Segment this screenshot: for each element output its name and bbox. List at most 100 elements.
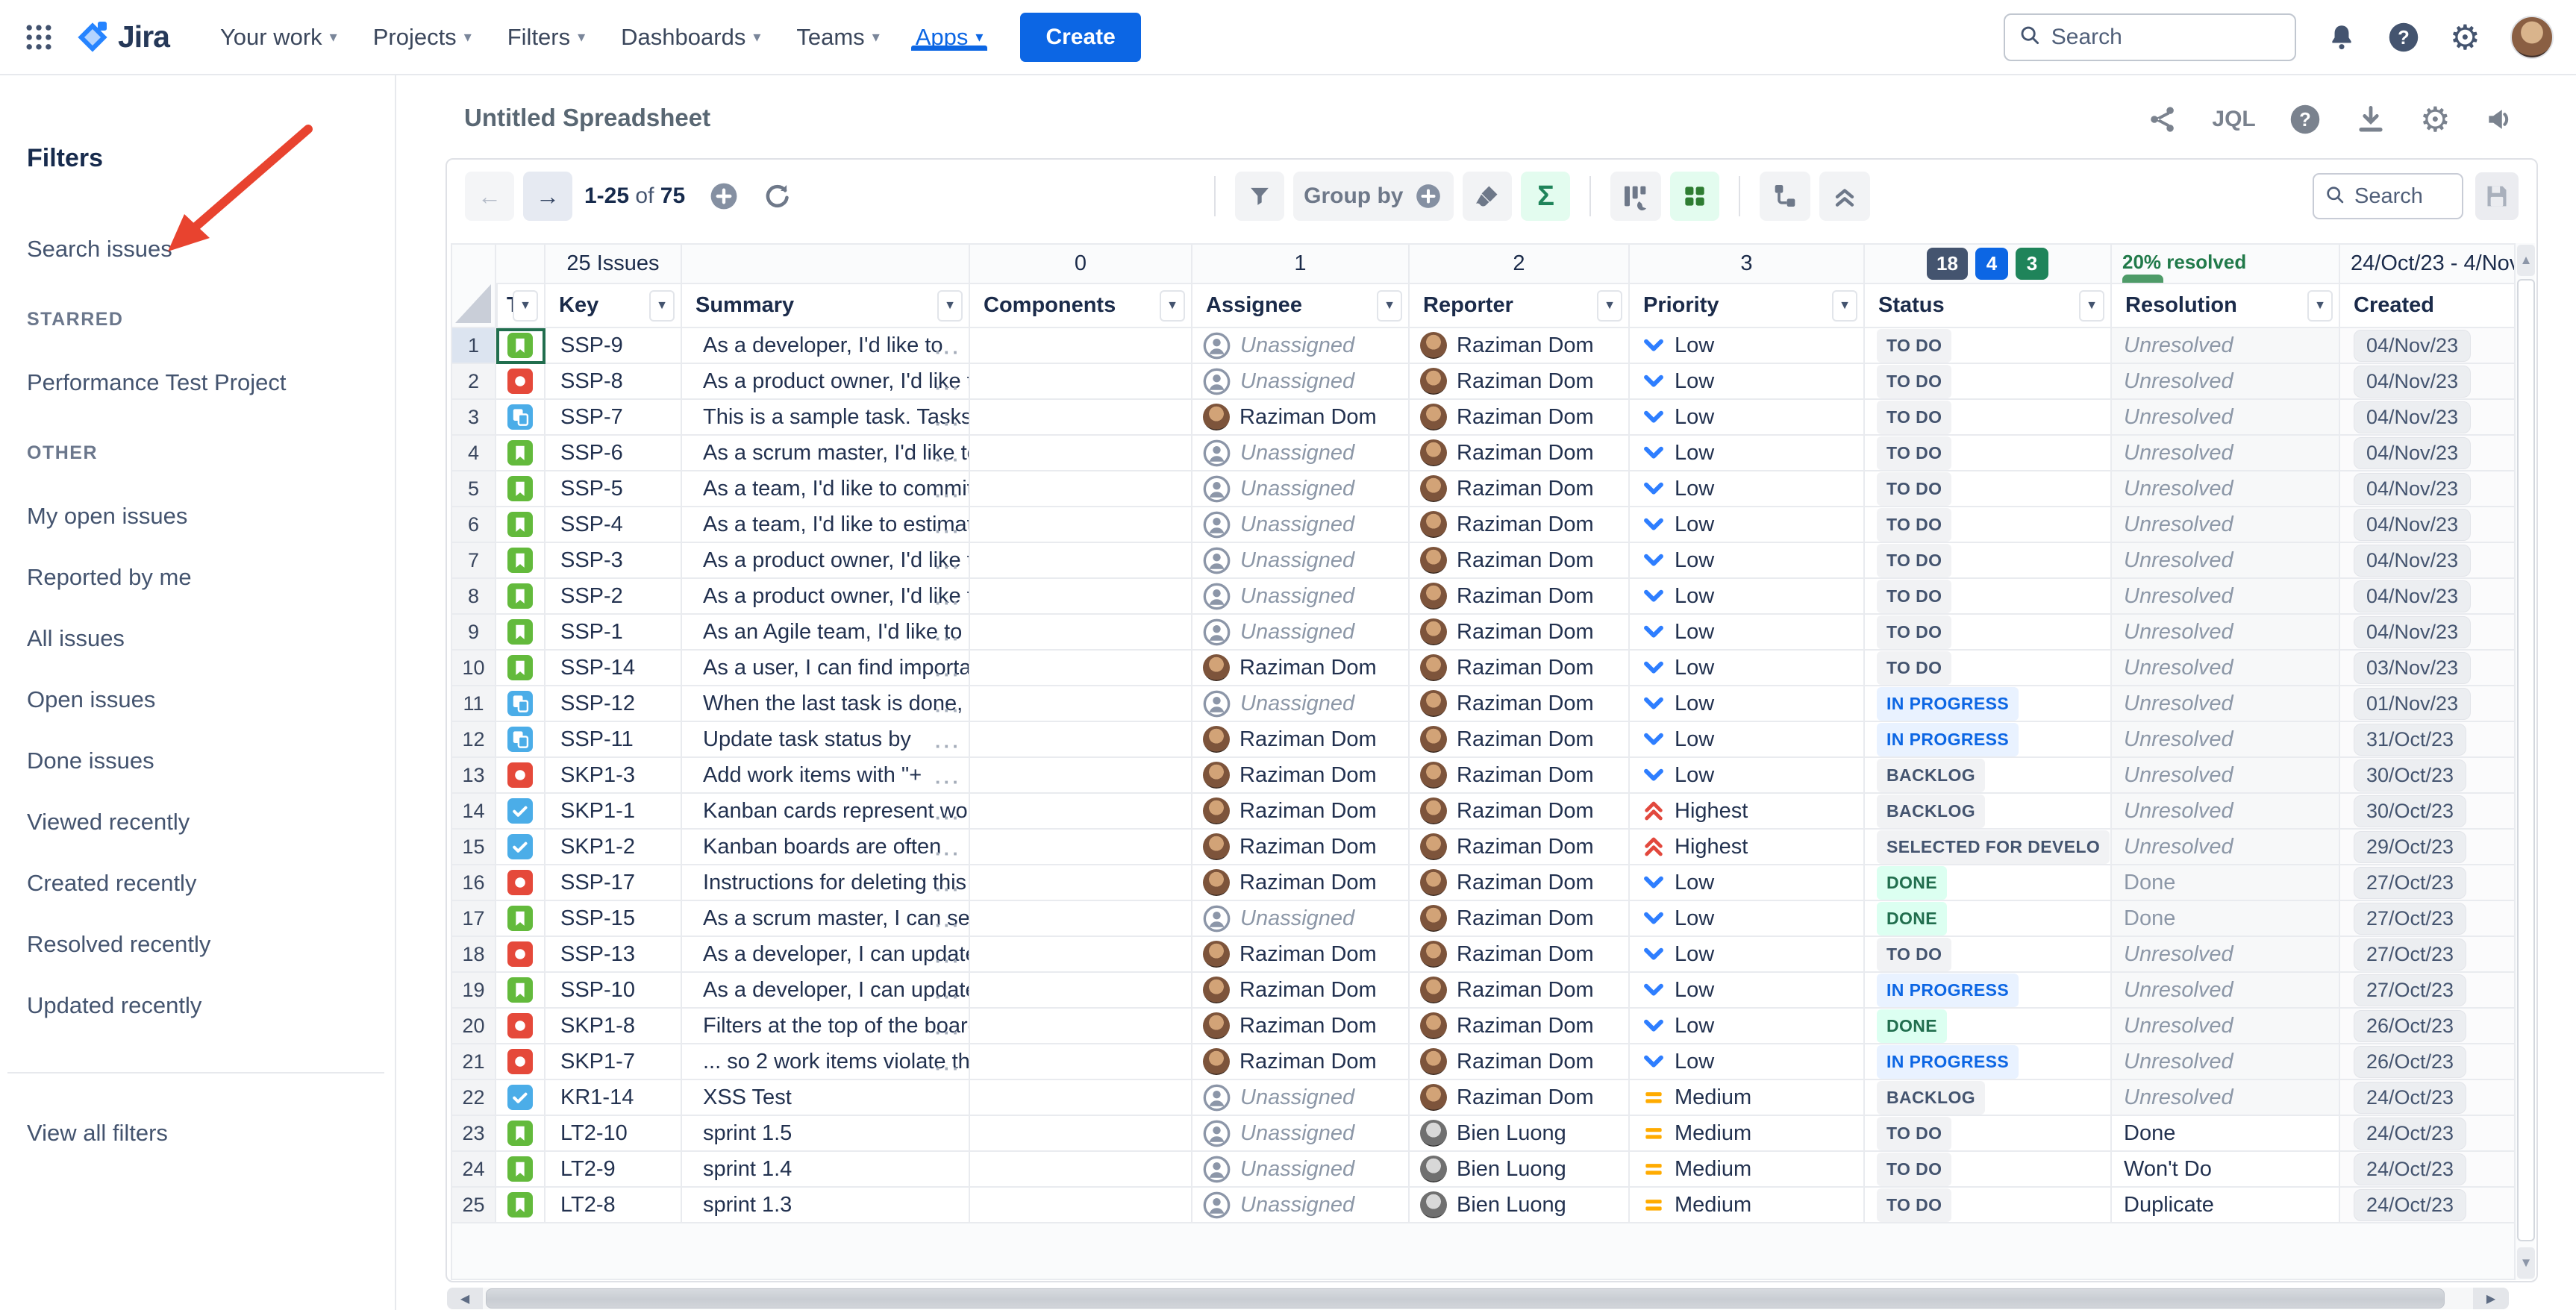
summary-cell-type[interactable] xyxy=(496,243,545,284)
user-avatar[interactable] xyxy=(2510,16,2554,59)
cell-status[interactable]: IN PROGRESS xyxy=(1865,686,2112,722)
cell-reporter[interactable]: Raziman Dom xyxy=(1410,615,1630,651)
cell-resolution[interactable]: Unresolved xyxy=(2112,364,2340,400)
cell-reporter[interactable]: Raziman Dom xyxy=(1410,973,1630,1009)
cell-summary[interactable]: As a developer, I'd like to··· xyxy=(682,328,970,364)
refresh-icon[interactable] xyxy=(751,172,804,221)
cell-key[interactable]: SSP-15 xyxy=(545,901,682,937)
cell-type[interactable] xyxy=(496,615,545,651)
jql-button[interactable]: JQL xyxy=(2212,107,2255,132)
cell-components[interactable] xyxy=(970,364,1192,400)
cell-reporter[interactable]: Raziman Dom xyxy=(1410,937,1630,973)
cell-type[interactable] xyxy=(496,937,545,973)
cell-type[interactable] xyxy=(496,651,545,686)
filter-dropdown-icon[interactable]: ▼ xyxy=(1597,290,1622,322)
summary-cell-priority[interactable]: 3 xyxy=(1630,243,1865,284)
cell-summary[interactable]: Kanban cards represent work··· xyxy=(682,794,970,830)
cell-key[interactable]: SKP1-2 xyxy=(545,830,682,865)
row-number[interactable]: 22 xyxy=(451,1080,496,1116)
row-number[interactable]: 6 xyxy=(451,507,496,543)
cell-type[interactable] xyxy=(496,400,545,436)
cell-assignee[interactable]: Raziman Dom xyxy=(1192,1009,1410,1044)
cell-reporter[interactable]: Raziman Dom xyxy=(1410,579,1630,615)
row-number[interactable]: 10 xyxy=(451,651,496,686)
cell-status[interactable]: TO DO xyxy=(1865,937,2112,973)
cell-priority[interactable]: Low xyxy=(1630,937,1865,973)
cell-type[interactable] xyxy=(496,328,545,364)
sidebar-item-performance-test-project[interactable]: Performance Test Project xyxy=(27,369,395,396)
filter-dropdown-icon[interactable]: ▼ xyxy=(937,290,963,322)
sum-sigma-button[interactable]: Σ xyxy=(1521,172,1570,221)
row-number[interactable]: 8 xyxy=(451,579,496,615)
cell-components[interactable] xyxy=(970,1188,1192,1223)
cell-priority[interactable]: Low xyxy=(1630,865,1865,901)
cell-created[interactable]: 04/Nov/23 xyxy=(2340,579,2516,615)
cell-type[interactable] xyxy=(496,1009,545,1044)
cell-created[interactable]: 27/Oct/23 xyxy=(2340,865,2516,901)
summary-cell-summary[interactable] xyxy=(682,243,970,284)
cell-created[interactable]: 01/Nov/23 xyxy=(2340,686,2516,722)
cell-components[interactable] xyxy=(970,579,1192,615)
cell-priority[interactable]: Low xyxy=(1630,973,1865,1009)
cell-key[interactable]: SKP1-3 xyxy=(545,758,682,794)
cell-components[interactable] xyxy=(970,937,1192,973)
sheet-search-input[interactable] xyxy=(2354,184,2451,209)
cell-key[interactable]: SSP-11 xyxy=(545,722,682,758)
row-number[interactable]: 9 xyxy=(451,615,496,651)
cell-key[interactable]: SSP-4 xyxy=(545,507,682,543)
cell-type[interactable] xyxy=(496,543,545,579)
cell-resolution[interactable]: Won't Do xyxy=(2112,1152,2340,1188)
column-header-reporter[interactable]: Reporter▼ xyxy=(1410,284,1630,328)
row-number[interactable]: 7 xyxy=(451,543,496,579)
cell-type[interactable] xyxy=(496,579,545,615)
filter-icon[interactable] xyxy=(1235,172,1284,221)
cell-resolution[interactable]: Unresolved xyxy=(2112,794,2340,830)
row-number[interactable]: 15 xyxy=(451,830,496,865)
cell-status[interactable]: DONE xyxy=(1865,901,2112,937)
cell-created[interactable]: 29/Oct/23 xyxy=(2340,830,2516,865)
cell-summary[interactable]: XSS Test xyxy=(682,1080,970,1116)
cell-created[interactable]: 04/Nov/23 xyxy=(2340,400,2516,436)
horizontal-scroll-thumb[interactable] xyxy=(486,1288,2445,1309)
column-header-resolution[interactable]: Resolution▼ xyxy=(2112,284,2340,328)
cell-summary[interactable]: As an Agile team, I'd like to··· xyxy=(682,615,970,651)
cell-components[interactable] xyxy=(970,615,1192,651)
filter-dropdown-icon[interactable]: ▼ xyxy=(2307,290,2333,322)
cell-components[interactable] xyxy=(970,507,1192,543)
cell-key[interactable]: SSP-2 xyxy=(545,579,682,615)
cell-components[interactable] xyxy=(970,436,1192,471)
cell-assignee[interactable]: Unassigned xyxy=(1192,686,1410,722)
cell-type[interactable] xyxy=(496,364,545,400)
cell-created[interactable]: 30/Oct/23 xyxy=(2340,758,2516,794)
scroll-down-icon[interactable]: ▼ xyxy=(2517,1247,2535,1279)
cell-status[interactable]: BACKLOG xyxy=(1865,1080,2112,1116)
share-icon[interactable] xyxy=(2146,103,2179,136)
cell-components[interactable] xyxy=(970,901,1192,937)
grid-corner-cell[interactable] xyxy=(451,243,496,328)
cell-summary[interactable]: When the last task is done,··· xyxy=(682,686,970,722)
column-header-status[interactable]: Status▼ xyxy=(1865,284,2112,328)
cell-status[interactable]: TO DO xyxy=(1865,328,2112,364)
cell-key[interactable]: SKP1-7 xyxy=(545,1044,682,1080)
cell-priority[interactable]: Low xyxy=(1630,579,1865,615)
cell-summary[interactable]: As a user, I can find important··· xyxy=(682,651,970,686)
cell-resolution[interactable]: Unresolved xyxy=(2112,400,2340,436)
cell-priority[interactable]: Medium xyxy=(1630,1080,1865,1116)
cell-assignee[interactable]: Unassigned xyxy=(1192,1152,1410,1188)
sidebar-item-search-issues[interactable]: Search issues xyxy=(27,236,395,263)
cell-components[interactable] xyxy=(970,758,1192,794)
cell-assignee[interactable]: Raziman Dom xyxy=(1192,758,1410,794)
column-header-summary[interactable]: Summary▼ xyxy=(682,284,970,328)
cell-resolution[interactable]: Unresolved xyxy=(2112,686,2340,722)
row-number[interactable]: 16 xyxy=(451,865,496,901)
cell-priority[interactable]: Low xyxy=(1630,1044,1865,1080)
cell-resolution[interactable]: Unresolved xyxy=(2112,471,2340,507)
sidebar-item-viewed-recently[interactable]: Viewed recently xyxy=(27,809,395,836)
cell-resolution[interactable]: Unresolved xyxy=(2112,543,2340,579)
cell-reporter[interactable]: Bien Luong xyxy=(1410,1116,1630,1152)
cell-summary[interactable]: As a product owner, I'd like to··· xyxy=(682,543,970,579)
cell-created[interactable]: 24/Oct/23 xyxy=(2340,1188,2516,1223)
cell-reporter[interactable]: Raziman Dom xyxy=(1410,436,1630,471)
cell-summary[interactable]: As a product owner, I'd like to··· xyxy=(682,364,970,400)
global-search-input[interactable] xyxy=(2051,25,2281,50)
